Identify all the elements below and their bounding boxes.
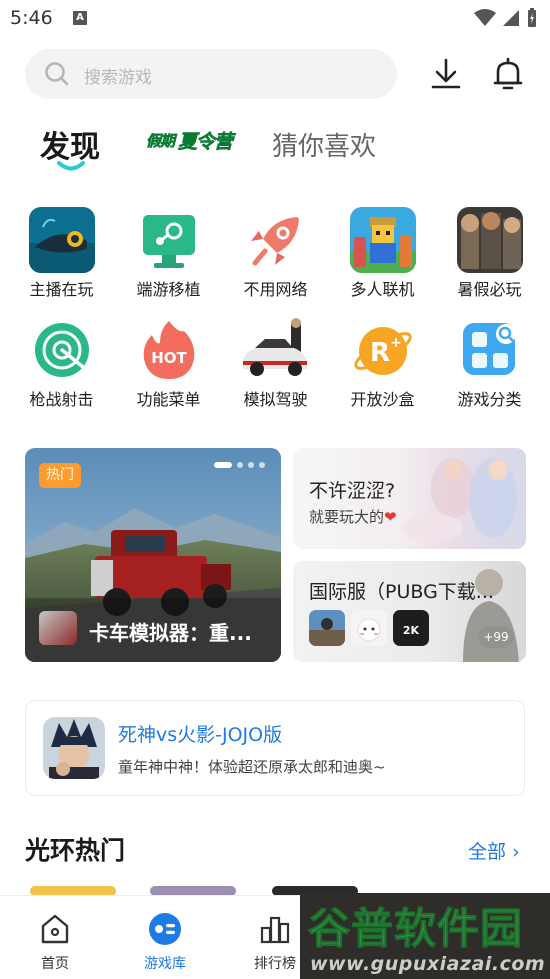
status-bar: 5:46 A — [0, 0, 550, 38]
anime-promo-card[interactable]: 不许涩涩? 就要玩大的❤ — [293, 448, 526, 549]
planet-r-icon: R + — [350, 317, 416, 383]
nav-game-library[interactable]: 游戏库 — [110, 896, 220, 979]
search-input[interactable]: 搜索游戏 — [84, 63, 152, 88]
category-label: 枪战射击 — [29, 390, 94, 409]
nav-home[interactable]: 首页 — [0, 896, 110, 979]
pubg-promo-card[interactable]: 国际服（PUBG下载... 2K +99 — [293, 561, 526, 662]
category-label: 暑假必玩 — [457, 280, 522, 299]
game-library-icon — [149, 913, 181, 945]
shooter-game-icon — [457, 207, 523, 273]
featured-game-description: 童年神中神！体验超还原承太郎和迪奥~ — [118, 758, 386, 776]
category-item[interactable]: 不用网络 — [222, 205, 329, 305]
category-item[interactable]: 枪战射击 — [8, 315, 115, 415]
anime-card-subtitle-text: 就要玩大的 — [309, 508, 385, 526]
featured-game-title: 死神vs火影-JOJO版 — [118, 724, 283, 746]
see-all-label: 全部 — [468, 841, 507, 863]
bell-icon — [493, 57, 523, 90]
category-label: 不用网络 — [243, 280, 308, 299]
jojo-game-icon — [43, 717, 105, 779]
hot-badge-text: HOT — [151, 349, 187, 367]
grid-search-icon — [457, 317, 523, 383]
tab-summer-camp[interactable]: 假期 夏令营 — [144, 126, 236, 156]
anime-card-subtitle: 就要玩大的❤ — [309, 506, 397, 527]
blocky-game-icon — [350, 207, 416, 273]
ranking-icon — [260, 916, 290, 944]
watermark-url: www.gupuxiazai.com — [310, 953, 546, 975]
category-item[interactable]: R + 开放沙盒 — [329, 315, 436, 415]
svg-text:+: + — [390, 335, 402, 351]
car-icon — [239, 317, 313, 383]
hot-banner[interactable]: 热门 卡车模拟器：重... — [25, 448, 281, 662]
category-label: 开放沙盒 — [350, 390, 415, 409]
tab-summer-part-2: 夏令营 — [178, 131, 234, 154]
carousel-dot[interactable] — [237, 462, 243, 468]
steam-monitor-icon — [136, 207, 202, 273]
download-icon — [431, 58, 461, 89]
watermark-name: 谷普软件园 — [307, 904, 524, 954]
download-button[interactable] — [428, 56, 464, 92]
category-label: 模拟驾驶 — [243, 390, 308, 409]
tab-guess-you-like[interactable]: 猜你喜欢 — [272, 126, 376, 163]
category-item[interactable]: 游戏分类 — [436, 315, 543, 415]
category-label: 多人联机 — [350, 280, 415, 299]
tab-active-indicator — [57, 161, 85, 171]
hot-tag: 热门 — [39, 463, 81, 488]
rocket-icon — [243, 207, 309, 273]
carousel-dot[interactable] — [259, 462, 265, 468]
svg-text:R: R — [370, 338, 390, 368]
carousel-dot[interactable] — [214, 462, 232, 468]
see-all-link[interactable]: 全部 › — [468, 837, 520, 864]
fish-game-icon — [29, 207, 95, 273]
search-icon — [45, 62, 69, 86]
chevron-right-icon: › — [512, 841, 520, 863]
svg-text:2K: 2K — [403, 624, 420, 637]
site-watermark: 谷普软件园 www.gupuxiazai.com — [300, 893, 550, 979]
nav-label: 首页 — [41, 956, 69, 972]
pubg-card-title: 国际服（PUBG下载... — [309, 581, 494, 603]
tab-summer-part-1: 假期 — [146, 132, 176, 151]
pubg-game-icon — [309, 610, 345, 646]
anime-card-title: 不许涩涩? — [309, 480, 396, 502]
signal-icon — [503, 10, 519, 26]
carousel-indicator[interactable] — [214, 462, 265, 468]
truck-game-thumbnail — [39, 611, 77, 645]
featured-game-card[interactable]: 死神vs火影-JOJO版 童年神中神！体验超还原承太郎和迪奥~ — [25, 700, 525, 796]
2k-game-icon: 2K — [393, 610, 429, 646]
banner-title: 卡车模拟器：重... — [89, 621, 252, 645]
status-time: 5:46 — [10, 7, 53, 29]
wifi-icon — [474, 9, 496, 26]
section-title: 光环热门 — [25, 836, 126, 865]
category-item[interactable]: 模拟驾驶 — [222, 315, 329, 415]
category-item[interactable]: 暑假必玩 — [436, 205, 543, 305]
battery-icon — [528, 8, 536, 27]
category-label: 端游移植 — [136, 280, 201, 299]
notification-a-icon: A — [73, 11, 87, 25]
home-icon — [41, 914, 69, 944]
category-item[interactable]: 主播在玩 — [8, 205, 115, 305]
nav-label: 游戏库 — [144, 956, 186, 972]
status-icons — [474, 8, 538, 28]
heart-icon: ❤ — [384, 508, 397, 526]
category-item[interactable]: HOT 功能菜单 — [115, 315, 222, 415]
more-count-badge: +99 — [478, 626, 514, 648]
cat-game-icon — [351, 610, 387, 646]
category-item[interactable]: 多人联机 — [329, 205, 436, 305]
notification-button[interactable] — [490, 56, 526, 92]
carousel-dot[interactable] — [248, 462, 254, 468]
category-item[interactable]: 端游移植 — [115, 205, 222, 305]
radar-icon — [29, 317, 95, 383]
category-label: 主播在玩 — [29, 280, 94, 299]
category-label: 功能菜单 — [136, 390, 201, 409]
category-label: 游戏分类 — [457, 390, 522, 409]
search-bar[interactable]: 搜索游戏 — [25, 49, 397, 99]
hot-flame-icon: HOT — [136, 317, 202, 383]
